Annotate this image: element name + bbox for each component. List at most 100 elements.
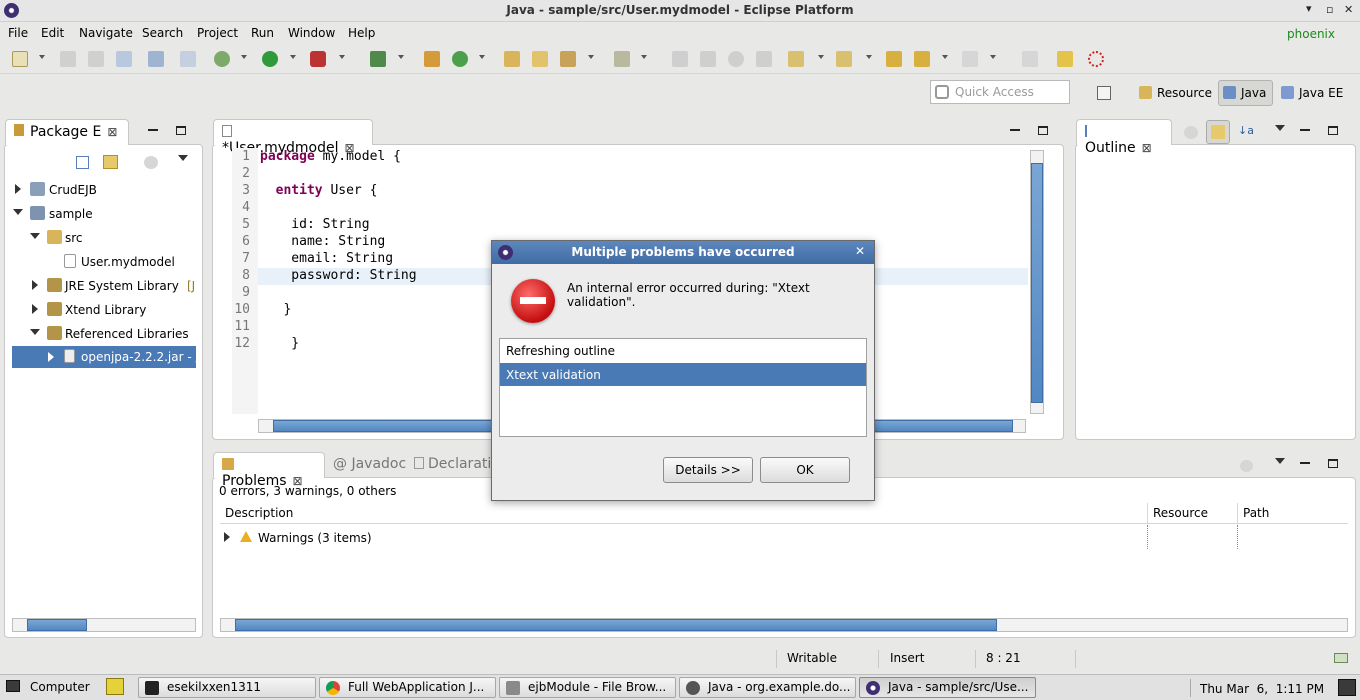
link-with-editor-toggle[interactable] <box>1206 120 1230 144</box>
list-item[interactable]: Xtext validation <box>500 363 866 386</box>
run-dropdown-icon[interactable] <box>290 55 296 59</box>
expand-arrow-icon[interactable] <box>32 280 38 290</box>
expand-arrow-icon[interactable] <box>15 184 21 194</box>
close-icon[interactable]: ✕ <box>855 244 865 258</box>
tab-outline[interactable]: Outline ⊠ <box>1076 119 1172 156</box>
perspective-java[interactable]: Java <box>1218 80 1274 106</box>
debug-dropdown-icon[interactable] <box>241 55 247 59</box>
progress-icon[interactable] <box>1334 653 1348 663</box>
minimize-icon[interactable] <box>148 129 158 131</box>
task-terminal[interactable]: esekilxxen1311 <box>138 677 316 698</box>
code-line[interactable]: id: String <box>260 217 369 232</box>
code-line[interactable]: name: String <box>260 234 385 249</box>
column-resource[interactable]: Resource <box>1148 503 1238 523</box>
menu-run[interactable]: Run <box>251 26 274 40</box>
sort-icon[interactable]: ↓a <box>1238 124 1254 140</box>
expand-arrow-icon[interactable] <box>48 352 54 362</box>
ok-button[interactable]: OK <box>760 457 850 483</box>
details-button[interactable]: Details >> <box>663 457 753 483</box>
tree-item-openjpa-jar[interactable]: openjpa-2.2.2.jar - /h <box>12 346 196 368</box>
tree-item-jre-system-library[interactable]: JRE System Library [J <box>12 275 202 297</box>
link-with-editor-icon[interactable] <box>103 155 118 169</box>
code-line[interactable]: package my.model { <box>260 149 401 164</box>
scroll-thumb[interactable] <box>27 619 87 631</box>
table-row-warnings[interactable]: Warnings (3 items) <box>220 527 620 549</box>
menu-window[interactable]: Window <box>288 26 335 40</box>
problems-hscroll[interactable] <box>220 618 1348 632</box>
last-edit-location-icon[interactable] <box>886 51 902 67</box>
previous-annotation-icon[interactable] <box>836 51 852 67</box>
minimize-icon[interactable] <box>1010 129 1020 131</box>
tree-item-referenced-libraries[interactable]: Referenced Libraries <box>12 323 202 345</box>
minimize-icon[interactable] <box>1300 462 1310 464</box>
code-line[interactable]: password: String <box>260 268 416 283</box>
save-icon[interactable] <box>60 51 76 67</box>
scroll-thumb[interactable] <box>235 619 997 631</box>
coverage-icon[interactable] <box>370 51 386 67</box>
minimize-icon[interactable] <box>1300 129 1310 131</box>
list-item[interactable]: Refreshing outline <box>500 339 866 362</box>
tree-item-src[interactable]: src <box>12 227 202 249</box>
task-java-org-example[interactable]: Java - org.example.do... <box>679 677 856 698</box>
bolt-icon[interactable] <box>1057 51 1073 67</box>
maximize-icon[interactable] <box>1038 126 1048 135</box>
new-dropdown-icon[interactable] <box>39 55 45 59</box>
coverage-dropdown-icon[interactable] <box>398 55 404 59</box>
open-type-icon[interactable] <box>504 51 520 67</box>
tab-package-explorer[interactable]: Package E ⊠ <box>5 119 129 145</box>
view-menu-icon[interactable] <box>178 155 188 161</box>
problem-list[interactable]: Refreshing outline Xtext validation <box>499 338 867 437</box>
collapse-arrow-icon[interactable] <box>30 329 40 335</box>
external-tools-icon[interactable] <box>310 51 326 67</box>
menu-project[interactable]: Project <box>197 26 238 40</box>
tree-item-crudejb[interactable]: CrudEJB <box>12 179 202 201</box>
maximize-icon[interactable] <box>1328 459 1338 468</box>
menu-file[interactable]: File <box>8 26 28 40</box>
package-explorer-hscroll[interactable] <box>12 618 196 632</box>
editor-vscroll[interactable] <box>1030 150 1044 414</box>
tab-user-mydmodel[interactable]: *User.mydmodel ⊠ <box>213 119 373 156</box>
next-annotation-icon[interactable] <box>788 51 804 67</box>
expand-arrow-icon[interactable] <box>224 532 230 542</box>
new-java-class-icon[interactable] <box>452 51 468 67</box>
server-icon[interactable] <box>148 51 164 67</box>
code-line[interactable]: } <box>260 302 291 317</box>
task-java-sample[interactable]: Java - sample/src/Use... <box>859 677 1036 698</box>
column-description[interactable]: Description <box>220 503 1148 523</box>
scroll-thumb[interactable] <box>1031 163 1043 403</box>
tree-item-xtend-library[interactable]: Xtend Library <box>12 299 202 321</box>
collapse-all-icon[interactable] <box>76 156 89 169</box>
back-icon[interactable] <box>914 51 930 67</box>
view-menu-icon[interactable] <box>1275 125 1285 131</box>
tab-javadoc[interactable]: @ Javadoc <box>333 456 406 472</box>
clock[interactable]: Thu Mar 6, 1:11 PM <box>1200 682 1324 696</box>
external-tools-dropdown-icon[interactable] <box>339 55 345 59</box>
menu-edit[interactable]: Edit <box>41 26 64 40</box>
quick-access-input[interactable]: Quick Access <box>930 80 1070 104</box>
tab-declaration[interactable]: Declaratio <box>414 456 492 472</box>
close-window-icon[interactable]: ✕ <box>1344 3 1353 16</box>
start-menu-button[interactable]: Computer <box>6 680 90 700</box>
perspective-resource[interactable]: Resource <box>1134 80 1219 106</box>
notes-icon[interactable] <box>106 678 124 695</box>
close-icon[interactable]: ⊠ <box>107 125 117 139</box>
search-tool-icon[interactable] <box>560 51 576 67</box>
maximize-window-icon[interactable]: ▫ <box>1326 3 1333 16</box>
tab-problems[interactable]: Problems ⊠ <box>213 452 325 489</box>
task-file-browser[interactable]: ejbModule - File Brow... <box>499 677 676 698</box>
open-task-icon[interactable] <box>532 51 548 67</box>
run-icon[interactable] <box>262 51 278 67</box>
code-line[interactable]: } <box>260 336 299 351</box>
code-line[interactable]: entity User { <box>260 183 378 198</box>
print-icon[interactable] <box>116 51 132 67</box>
menu-navigate[interactable]: Navigate <box>79 26 133 40</box>
minimize-window-icon[interactable]: ▾ <box>1306 2 1312 15</box>
back-dropdown-icon[interactable] <box>942 55 948 59</box>
show-desktop-icon[interactable] <box>1338 679 1356 696</box>
collapse-arrow-icon[interactable] <box>13 209 23 215</box>
view-menu-icon[interactable] <box>1275 458 1285 464</box>
column-path[interactable]: Path <box>1238 503 1348 523</box>
next-annotation-dropdown-icon[interactable] <box>818 55 824 59</box>
collapse-arrow-icon[interactable] <box>30 233 40 239</box>
perspective-java-ee[interactable]: Java EE <box>1276 80 1350 106</box>
